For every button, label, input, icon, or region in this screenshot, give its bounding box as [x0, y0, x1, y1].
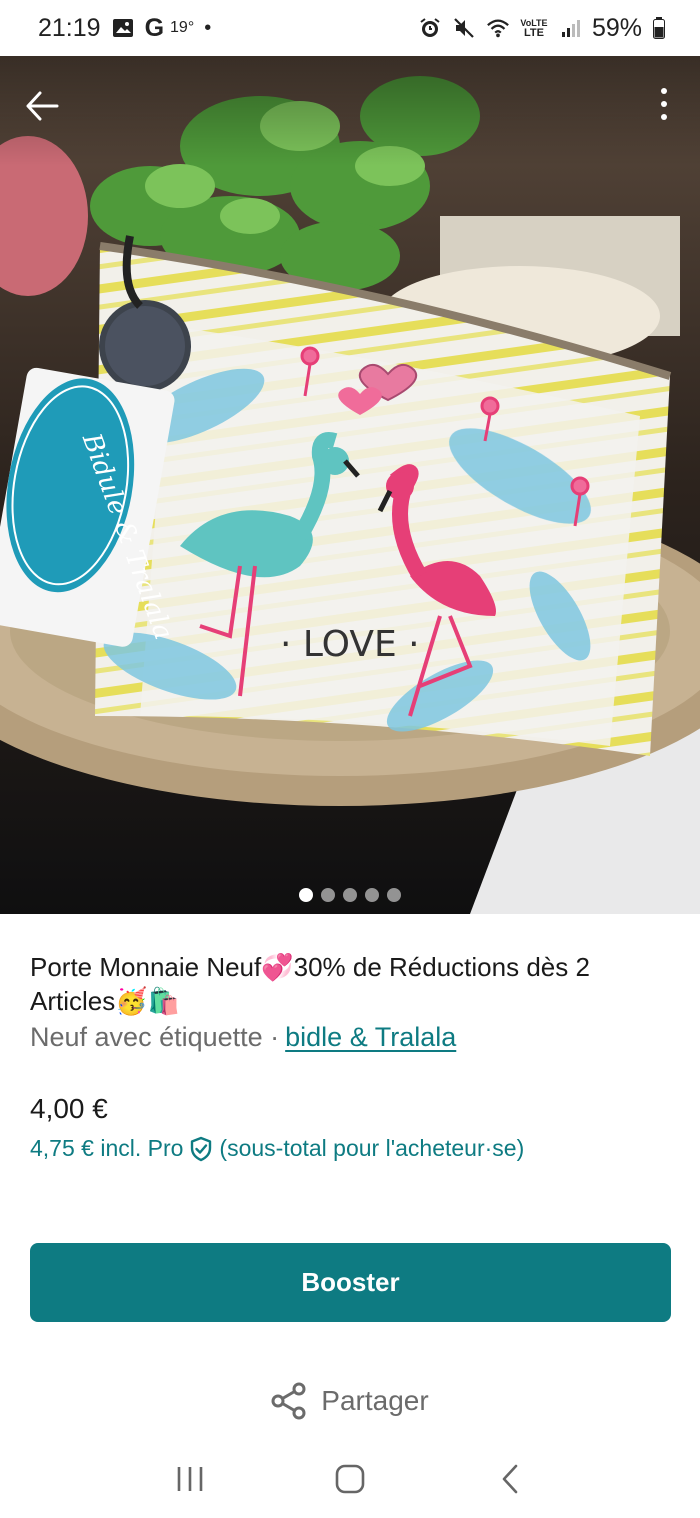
status-dot: •: [204, 16, 212, 39]
signal-icon: [558, 16, 582, 40]
status-right: VoLTE LTE 59%: [418, 14, 666, 43]
pro-price: 4,75 € incl. Pro: [30, 1135, 184, 1161]
battery-percent: 59%: [591, 13, 642, 42]
carousel-dot[interactable]: [321, 888, 335, 902]
back-button[interactable]: [20, 84, 64, 128]
more-options-button[interactable]: [654, 82, 674, 126]
share-button[interactable]: Partager: [0, 1382, 700, 1420]
shield-check-icon: [189, 1136, 213, 1162]
alarm-icon: [418, 16, 442, 40]
status-time: 21:19: [38, 13, 101, 42]
carousel-dot[interactable]: [299, 888, 313, 902]
recent-apps-icon: [177, 1467, 203, 1491]
status-bar: 21:19 G 19° • VoLTE LTE 59%: [0, 0, 700, 56]
recent-apps-button[interactable]: [160, 1449, 220, 1509]
pro-price-line[interactable]: 4,75 € incl. Pro (sous-total pour l'ache…: [30, 1135, 670, 1162]
chevron-left-icon: [502, 1464, 518, 1494]
booster-button[interactable]: Booster: [30, 1243, 671, 1322]
pro-note: (sous-total pour l'acheteur·se): [219, 1135, 525, 1161]
photo-top-shade: [0, 56, 700, 166]
more-dot: [661, 88, 667, 94]
more-dot: [661, 114, 667, 120]
wifi-icon: [486, 16, 510, 40]
arrow-left-icon: [26, 91, 59, 121]
mute-icon: [452, 16, 476, 40]
share-icon: [271, 1382, 306, 1420]
carousel-dots: [0, 888, 700, 902]
carousel-dot[interactable]: [387, 888, 401, 902]
volte-icon: VoLTE LTE: [520, 18, 548, 39]
listing-subtitle: Neuf avec étiquette · bidle & Tralala: [30, 1022, 670, 1053]
carousel-dot[interactable]: [365, 888, 379, 902]
battery-icon: [652, 16, 666, 40]
price: 4,00 €: [30, 1093, 108, 1124]
carousel-dot[interactable]: [343, 888, 357, 902]
image-icon: [111, 16, 135, 40]
system-nav-bar: [0, 1440, 700, 1518]
share-label: Partager: [321, 1385, 429, 1416]
back-nav-button[interactable]: [480, 1449, 540, 1509]
product-photo[interactable]: · LOVE · Bidule & Tralala: [0, 56, 700, 914]
listing-details: Porte Monnaie Neuf💞30% de Réductions dès…: [0, 914, 700, 1162]
home-icon: [335, 1464, 365, 1494]
home-button[interactable]: [320, 1449, 380, 1509]
product-image: · LOVE · Bidule & Tralala: [0, 56, 700, 914]
status-left: 21:19 G 19° •: [38, 14, 211, 43]
more-dot: [661, 101, 667, 107]
google-icon: G: [144, 13, 165, 42]
condition-text: Neuf avec étiquette ·: [30, 1022, 280, 1052]
listing-title: Porte Monnaie Neuf💞30% de Réductions dès…: [30, 952, 590, 1016]
status-temperature: 19°: [170, 19, 195, 36]
love-text: · LOVE ·: [280, 624, 420, 665]
brand-link[interactable]: bidle & Tralala: [285, 1022, 456, 1053]
